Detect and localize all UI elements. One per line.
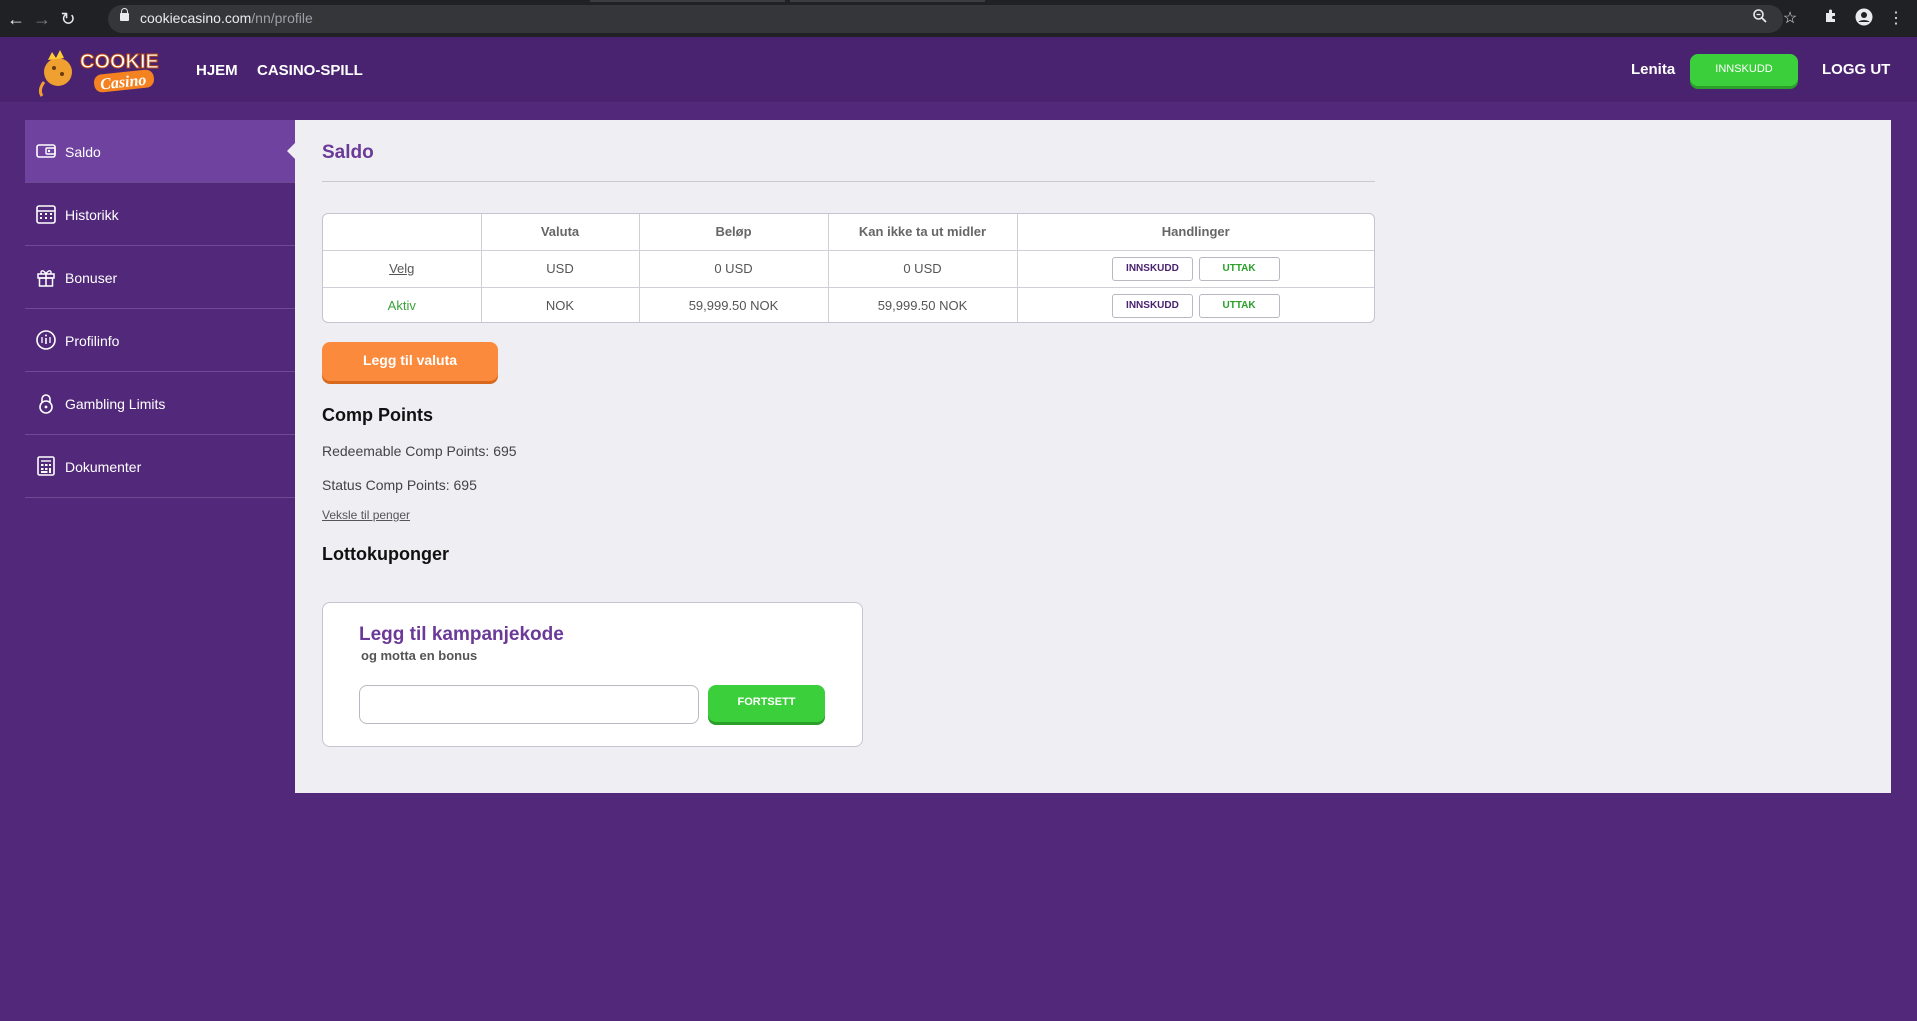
column-header: Valuta bbox=[481, 214, 640, 251]
currency-cell: USD bbox=[481, 250, 640, 288]
actions-cell: INNSKUDD UTTAK bbox=[1017, 250, 1374, 288]
table-row: Aktiv NOK 59,999.50 NOK 59,999.50 NOK IN… bbox=[323, 287, 1374, 322]
sidebar-item-bonuser[interactable]: Bonuser bbox=[25, 246, 295, 309]
sidebar-item-label: Historikk bbox=[65, 207, 119, 223]
row-withdraw-button[interactable]: UTTAK bbox=[1198, 256, 1280, 281]
sidebar-item-label: Profilinfo bbox=[65, 333, 120, 349]
back-icon[interactable]: ← bbox=[4, 7, 28, 31]
profile-icon[interactable] bbox=[1853, 8, 1875, 30]
site-header: COOKIE Casino HJEM CASINO-SPILL Lenita I… bbox=[0, 37, 1917, 102]
sidebar-item-historikk[interactable]: Historikk bbox=[25, 183, 295, 246]
page-title: Saldo bbox=[322, 142, 374, 163]
currency-cell: NOK bbox=[481, 287, 640, 322]
tab-indicator bbox=[590, 0, 785, 2]
nav-casino-spill[interactable]: CASINO-SPILL bbox=[257, 62, 363, 79]
sidebar-item-gambling-limits[interactable]: Gambling Limits bbox=[25, 372, 295, 435]
locked-amount-cell: 59,999.50 NOK bbox=[828, 287, 1018, 322]
wallet-icon bbox=[35, 140, 57, 162]
active-currency-status: Aktiv bbox=[387, 298, 416, 314]
promo-subtitle: og motta en bonus bbox=[361, 648, 478, 663]
sidebar-item-label: Gambling Limits bbox=[65, 396, 166, 412]
row-deposit-button[interactable]: INNSKUDD bbox=[1111, 256, 1193, 281]
add-currency-button[interactable]: Legg til valuta bbox=[322, 342, 498, 381]
browser-toolbar: ← → ↻ cookiecasino.com/nn/profile ☆ ⋮ bbox=[0, 0, 1917, 37]
divider bbox=[322, 181, 1375, 182]
amount-cell: 59,999.50 NOK bbox=[639, 287, 829, 322]
locked-amount-cell: 0 USD bbox=[828, 250, 1018, 288]
profile-sidebar: Saldo Historikk Bonuser Profilinfo Gambl… bbox=[25, 120, 295, 498]
sidebar-item-label: Dokumenter bbox=[65, 459, 142, 475]
balance-table: Valuta Beløp Kan ikke ta ut midler Handl… bbox=[322, 213, 1375, 323]
lottery-coupons-heading: Lottokuponger bbox=[322, 544, 449, 564]
amount-cell: 0 USD bbox=[639, 250, 829, 288]
select-currency-link[interactable]: Velg bbox=[389, 261, 414, 276]
url-text[interactable]: cookiecasino.com/nn/profile bbox=[140, 10, 313, 26]
logout-button[interactable]: LOGG UT bbox=[1822, 61, 1890, 78]
star-icon[interactable]: ☆ bbox=[1779, 8, 1801, 30]
column-header: Kan ikke ta ut midler bbox=[828, 214, 1018, 251]
balance-panel: Saldo Valuta Beløp Kan ikke ta ut midler… bbox=[295, 120, 1891, 793]
promo-code-input[interactable] bbox=[359, 685, 699, 724]
row-withdraw-button[interactable]: UTTAK bbox=[1198, 293, 1280, 318]
column-header bbox=[323, 214, 482, 251]
lock-icon bbox=[35, 392, 57, 414]
profile-info-icon bbox=[35, 329, 57, 351]
status-comp-points: Status Comp Points: 695 bbox=[322, 477, 477, 493]
gift-icon bbox=[35, 266, 57, 288]
nav-hjem[interactable]: HJEM bbox=[196, 62, 238, 79]
forward-icon[interactable]: → bbox=[30, 7, 54, 31]
document-icon bbox=[35, 455, 57, 477]
redeemable-comp-points: Redeemable Comp Points: 695 bbox=[322, 443, 517, 459]
lock-icon[interactable] bbox=[120, 8, 129, 21]
username[interactable]: Lenita bbox=[1631, 61, 1675, 78]
column-header: Handlinger bbox=[1017, 214, 1374, 251]
table-row: Velg USD 0 USD 0 USD INNSKUDD UTTAK bbox=[323, 250, 1374, 288]
address-bar[interactable] bbox=[108, 5, 1783, 33]
sidebar-item-label: Bonuser bbox=[65, 270, 118, 286]
deposit-button[interactable]: INNSKUDD bbox=[1690, 54, 1798, 86]
promo-title: Legg til kampanjekode bbox=[359, 624, 564, 645]
actions-cell: INNSKUDD UTTAK bbox=[1017, 287, 1374, 322]
cookie-casino-logo[interactable]: COOKIE Casino bbox=[36, 42, 166, 98]
comp-points-heading: Comp Points bbox=[322, 405, 433, 425]
sidebar-item-saldo[interactable]: Saldo bbox=[25, 120, 295, 183]
row-deposit-button[interactable]: INNSKUDD bbox=[1111, 293, 1193, 318]
calendar-icon bbox=[35, 203, 57, 225]
sidebar-item-dokumenter[interactable]: Dokumenter bbox=[25, 435, 295, 498]
column-header: Beløp bbox=[639, 214, 829, 251]
continue-button[interactable]: FORTSETT bbox=[708, 685, 825, 722]
promo-code-box: Legg til kampanjekode og motta en bonus … bbox=[322, 602, 863, 747]
table-header-row: Valuta Beløp Kan ikke ta ut midler Handl… bbox=[323, 214, 1374, 251]
sidebar-item-profilinfo[interactable]: Profilinfo bbox=[25, 309, 295, 372]
exchange-to-money-link[interactable]: Veksle til penger bbox=[322, 508, 410, 522]
zoom-icon[interactable] bbox=[1749, 8, 1771, 30]
reload-icon[interactable]: ↻ bbox=[56, 7, 80, 31]
sidebar-item-label: Saldo bbox=[65, 144, 101, 160]
svg-text:Casino: Casino bbox=[99, 72, 147, 94]
svg-text:COOKIE: COOKIE bbox=[80, 51, 159, 73]
tab-indicator bbox=[790, 0, 985, 2]
extensions-icon[interactable] bbox=[1820, 8, 1842, 30]
menu-icon[interactable]: ⋮ bbox=[1885, 8, 1907, 30]
